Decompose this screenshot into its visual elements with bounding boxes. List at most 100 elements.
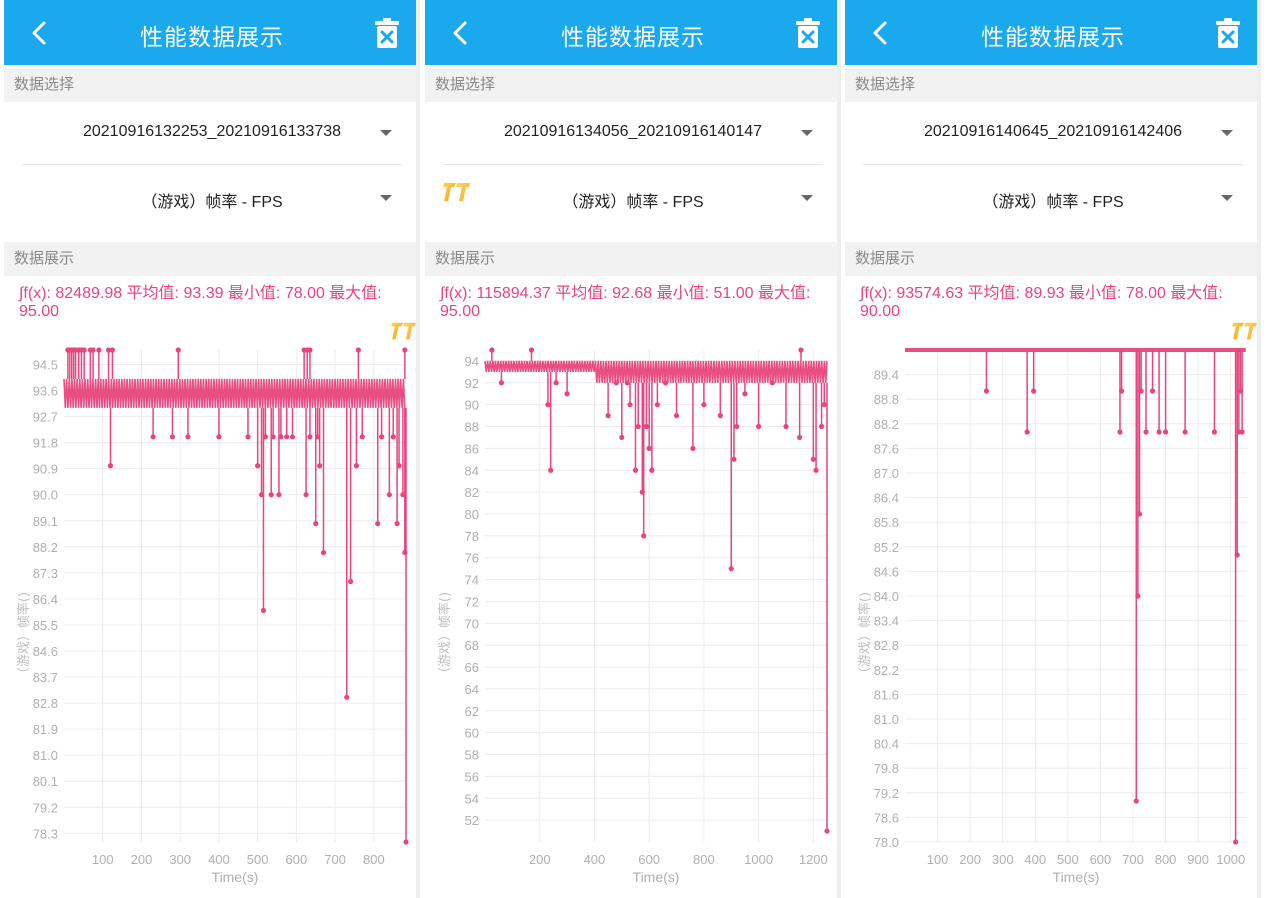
data-point	[81, 347, 87, 353]
data-point	[262, 434, 269, 440]
y-tick-label: 92.7	[33, 410, 58, 425]
y-tick-label: 94.5	[33, 357, 58, 372]
app-bar: 性能数据展示	[425, 0, 841, 65]
y-tick-label: 81.6	[874, 687, 899, 702]
data-point	[284, 434, 290, 440]
y-tick-label: 83.4	[874, 614, 899, 629]
data-point	[498, 380, 505, 386]
divider	[863, 164, 1243, 165]
data-point	[386, 492, 392, 498]
data-point	[769, 380, 775, 386]
x-tick-label: 600	[286, 852, 308, 867]
delete-button[interactable]	[793, 16, 823, 50]
data-point	[690, 445, 696, 451]
y-tick-label: 86	[465, 441, 479, 456]
y-tick-label: 85.8	[874, 515, 899, 530]
phone-panel-3: 性能数据展示 数据选择 20210916140645_20210916142406 （…	[845, 0, 1261, 898]
data-point	[394, 521, 400, 527]
data-point	[1024, 429, 1030, 435]
data-point	[90, 347, 96, 353]
data-point	[662, 380, 669, 386]
y-tick-label: 92	[465, 376, 479, 391]
y-tick-label: 90	[465, 398, 479, 413]
data-point	[1162, 429, 1169, 435]
y-tick-label: 68	[465, 638, 479, 653]
phone-panel-1: 性能数据展示 数据选择 20210916132253_20210916133738 （…	[4, 0, 420, 898]
data-point	[717, 413, 723, 419]
y-tick-label: 78	[465, 529, 479, 544]
data-point	[390, 434, 396, 440]
data-point	[403, 839, 409, 845]
file-select[interactable]: 20210916134056_20210916140147	[425, 101, 841, 165]
file-select-value: 20210916132253_20210916133738	[82, 123, 342, 140]
metric-select-value: （游戏）帧率 - FPS	[982, 194, 1124, 211]
file-select-value: 20210916134056_20210916140147	[503, 123, 763, 140]
x-tick-label: 100	[92, 852, 114, 867]
fps-line-chart: 100 200 300 400 500 600 700 800 900 1000 89.4 88.8 8…	[857, 348, 1247, 885]
data-point	[109, 347, 116, 353]
y-tick-label: 82	[465, 485, 479, 500]
data-point	[169, 434, 176, 440]
panel-edge	[837, 0, 841, 898]
data-point	[402, 347, 408, 353]
y-tick-label: 86.4	[874, 491, 899, 506]
data-point	[268, 492, 274, 498]
data-point	[1233, 839, 1239, 845]
dropdown-caret-icon	[801, 195, 813, 201]
data-point	[824, 828, 830, 834]
data-point	[1156, 429, 1162, 435]
y-axis-label: （游戏）帧率()	[437, 592, 453, 680]
y-tick-label: 85.5	[33, 618, 58, 633]
y-tick-label: 82.8	[874, 638, 899, 653]
y-tick-label: 80.4	[874, 737, 899, 752]
y-tick-label: 58	[465, 748, 479, 763]
y-tick-label: 82.8	[33, 696, 58, 711]
data-point	[344, 694, 350, 700]
data-point	[810, 456, 816, 462]
y-tick-label: 60	[465, 726, 479, 741]
trash-icon	[1216, 18, 1240, 48]
y-tick-label: 78.3	[33, 826, 58, 841]
data-point	[553, 380, 559, 386]
file-select[interactable]: 20210916140645_20210916142406	[845, 101, 1261, 165]
y-tick-label: 81.9	[33, 722, 58, 737]
metric-select[interactable]: （游戏）帧率 - FPS	[4, 166, 420, 230]
metric-select[interactable]: （游戏）帧率 - FPS	[845, 166, 1261, 230]
x-tick-label: 600	[1090, 852, 1112, 867]
x-tick-label: 500	[1057, 852, 1079, 867]
y-tick-label: 89.1	[33, 514, 58, 529]
x-tick-label: 400	[584, 852, 606, 867]
y-tick-label: 94	[465, 354, 479, 369]
y-tick-label: 72	[465, 594, 479, 609]
data-point	[355, 347, 361, 353]
data-point	[175, 347, 181, 353]
data-point	[734, 423, 740, 430]
x-tick-label: 800	[1155, 852, 1177, 867]
data-point	[276, 492, 282, 498]
x-tick-label: 400	[208, 852, 230, 867]
y-tick-label: 87.6	[874, 441, 899, 456]
data-point	[107, 463, 114, 469]
y-tick-label: 86.4	[33, 592, 58, 607]
data-point	[632, 467, 639, 473]
data-point	[731, 456, 737, 462]
y-tick-label: 66	[465, 660, 479, 675]
data-point	[278, 434, 284, 440]
x-tick-label: 800	[693, 852, 715, 867]
data-point	[489, 347, 495, 353]
panel-edge	[416, 0, 420, 898]
y-tick-label: 88.2	[874, 417, 899, 432]
data-point	[564, 391, 570, 397]
data-point	[1031, 388, 1037, 394]
data-point	[348, 578, 354, 585]
delete-button[interactable]	[1213, 16, 1243, 50]
x-tick-label: 1200	[799, 852, 828, 867]
metric-select[interactable]: （游戏）帧率 - FPS	[425, 166, 841, 230]
y-tick-label: 78.0	[874, 835, 899, 850]
file-select[interactable]: 20210916132253_20210916133738	[4, 101, 420, 165]
y-tick-label: 88	[465, 420, 479, 435]
data-point	[1117, 429, 1123, 435]
series-base-line	[63, 378, 406, 408]
data-point	[320, 549, 327, 556]
delete-button[interactable]	[372, 16, 402, 50]
